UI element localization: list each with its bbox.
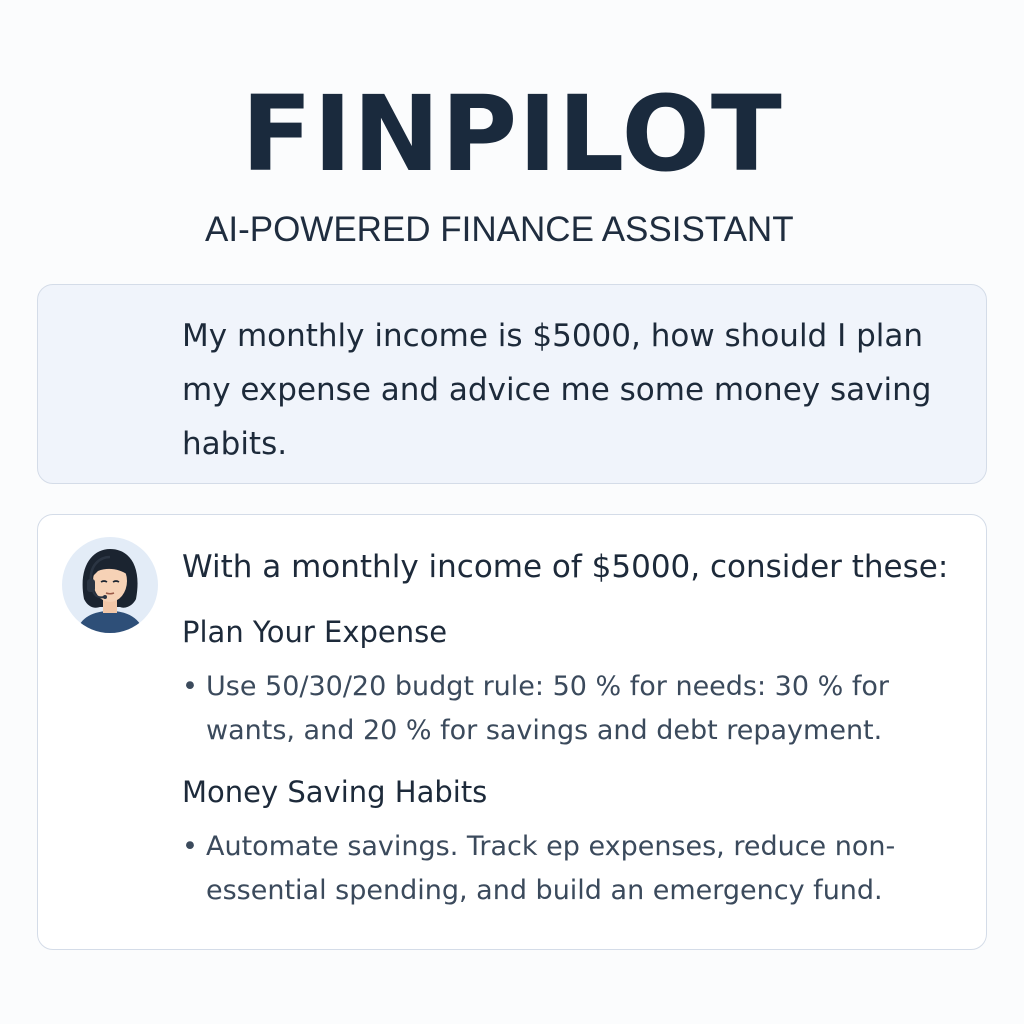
assistant-message-bubble: With a monthly income of $5000, consider… <box>37 514 987 950</box>
list-item: • Automate savings. Track ep expenses, r… <box>182 825 952 913</box>
bullet-icon: • <box>182 671 198 702</box>
user-message-bubble: My monthly income is $5000, how should I… <box>37 284 987 484</box>
list-item: • Use 50/30/20 budgt rule: 50 % for need… <box>182 665 952 753</box>
section-title-plan-your-expense: Plan Your Expense <box>182 615 448 649</box>
bullet-text: Use 50/30/20 budgt rule: 50 % for needs:… <box>206 671 889 746</box>
woman-with-headset-avatar-icon <box>62 537 158 633</box>
bullet-icon: • <box>182 831 198 862</box>
assistant-reply-heading: With a monthly income of $5000, consider… <box>182 549 949 585</box>
bullet-text: Automate savings. Track ep expenses, red… <box>206 831 896 906</box>
app-title: FINPILOT <box>241 73 783 195</box>
section-title-money-saving-habits: Money Saving Habits <box>182 775 488 809</box>
user-message-text: My monthly income is $5000, how should I… <box>182 318 932 462</box>
app-subtitle: AI-POWERED FINANCE ASSISTANT <box>205 210 794 249</box>
